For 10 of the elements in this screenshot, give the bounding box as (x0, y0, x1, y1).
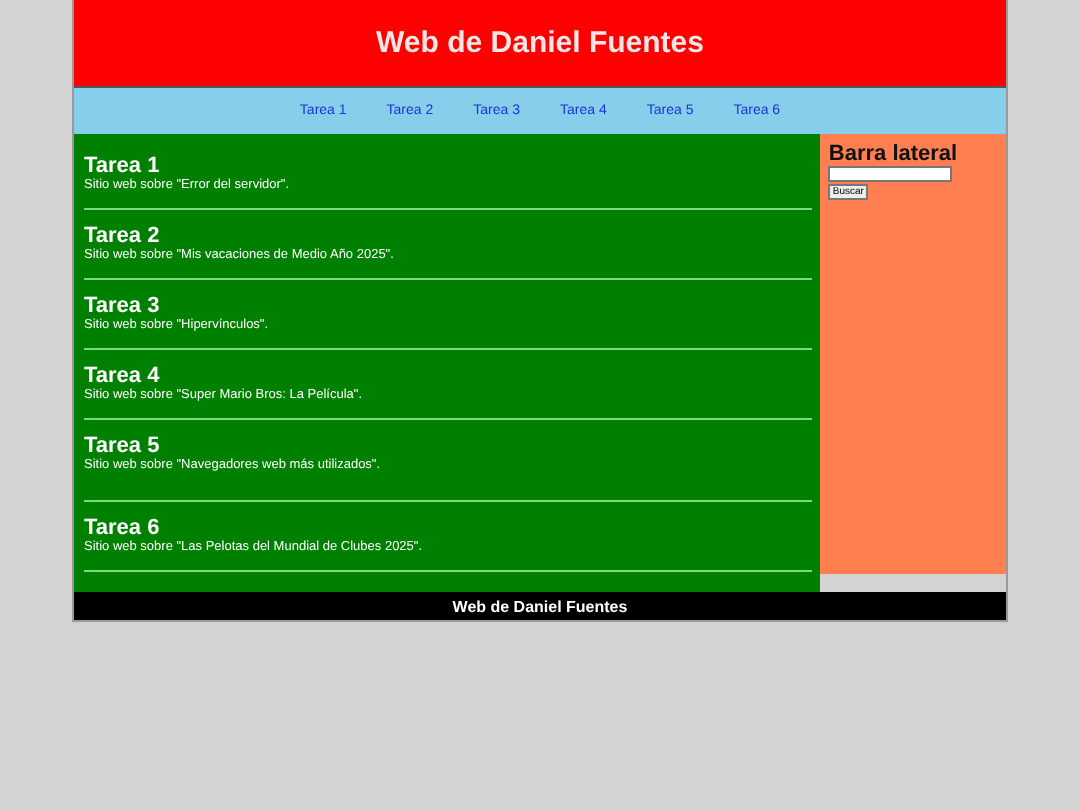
section-title: Tarea 3 (84, 294, 162, 318)
sidebar-title: Barra lateral (828, 142, 960, 166)
search-field[interactable] (828, 166, 953, 182)
footer-text: Web de Daniel Fuentes (452, 597, 628, 615)
section-title: Tarea 5 (84, 434, 162, 458)
section-title: Tarea 4 (84, 364, 162, 388)
section-title: Tarea 2 (84, 224, 162, 248)
section-title: Tarea 6 (84, 516, 162, 540)
section-title: Tarea 1 (84, 154, 162, 178)
site-title: Web de Daniel Fuentes (376, 26, 704, 60)
